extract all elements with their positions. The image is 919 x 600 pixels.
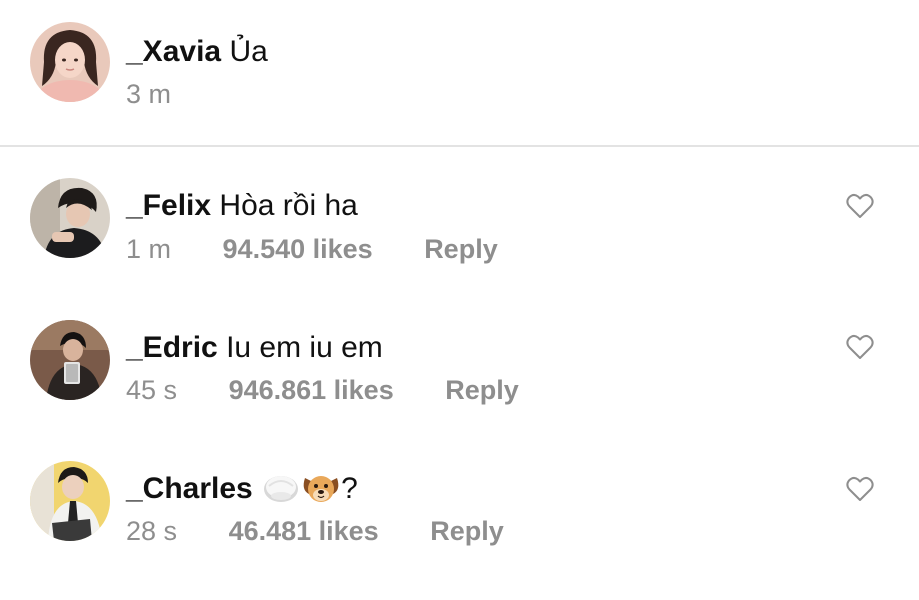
avatar-felix[interactable] (30, 178, 110, 258)
comments-screen: _Xavia Ủa 3 m _Felix Hòa rồi ha 1 m 94.5… (0, 0, 919, 600)
comment-time: 28 s (126, 516, 178, 546)
comment-likes[interactable]: 46.481 likes (229, 515, 379, 547)
like-heart-icon[interactable] (846, 193, 874, 219)
comment-username[interactable]: _Charles (126, 472, 253, 505)
like-heart-icon[interactable] (846, 334, 874, 360)
comment-time: 45 s (126, 375, 178, 405)
caption-username[interactable]: _Xavia (126, 35, 221, 68)
comment-line: _Felix Hòa rồi ha (126, 188, 358, 224)
comment-username[interactable]: _Edric (126, 331, 218, 364)
rice-ball-emoji (261, 472, 301, 513)
comment-likes[interactable]: 946.861 likes (229, 374, 394, 406)
caption-divider (0, 145, 919, 147)
post-caption: _Xavia Ủa 3 m (0, 0, 919, 146)
avatar-xavia[interactable] (30, 22, 110, 102)
like-heart-icon[interactable] (846, 476, 874, 502)
comment-meta: 28 s 46.481 likes Reply (126, 515, 504, 547)
caption-meta: 3 m (126, 78, 171, 110)
caption-line: _Xavia Ủa (126, 34, 268, 70)
dog-face-emoji (301, 472, 341, 513)
reply-button[interactable]: Reply (445, 374, 519, 406)
comment-time: 1 m (126, 234, 172, 264)
reply-button[interactable]: Reply (424, 233, 498, 265)
comment-meta: 1 m 94.540 likes Reply (126, 233, 498, 265)
comment-meta: 45 s 946.861 likes Reply (126, 374, 519, 406)
comment-likes[interactable]: 94.540 likes (223, 233, 373, 265)
caption-text: Ủa (229, 35, 268, 68)
comment-text: Hòa rồi ha (219, 189, 358, 222)
comment-line: _Charles ? (126, 471, 358, 513)
reply-button[interactable]: Reply (430, 515, 504, 547)
avatar-edric[interactable] (30, 320, 110, 400)
comment-text: ? (341, 472, 358, 505)
comment-text: Iu em iu em (226, 331, 383, 364)
caption-time: 3 m (126, 79, 172, 109)
comment-line: _Edric Iu em iu em (126, 330, 383, 366)
avatar-charles[interactable] (30, 461, 110, 541)
comment-username[interactable]: _Felix (126, 189, 211, 222)
